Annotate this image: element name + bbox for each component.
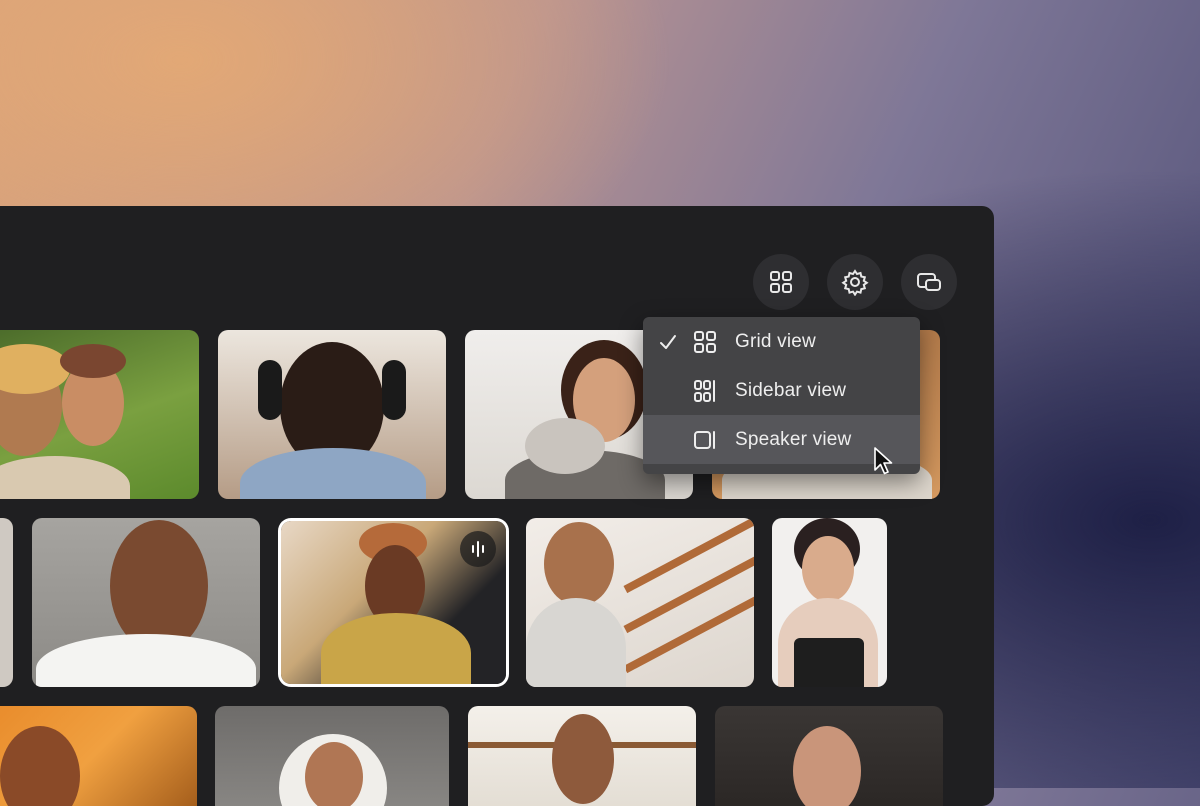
video-call-window [0,206,994,806]
settings-button[interactable] [827,254,883,310]
grid-icon [694,330,716,353]
menu-item-sidebar-view[interactable]: Sidebar view [643,366,920,415]
mouse-cursor-icon [874,447,893,475]
speaker-layout-icon [694,430,715,449]
screen-share-icon [917,273,941,291]
gear-icon [841,269,869,296]
menu-item-label: Speaker view [735,428,852,450]
participant-tile-active-speaker[interactable] [281,521,506,684]
participant-tile[interactable] [526,518,754,687]
participant-tile[interactable] [0,706,197,806]
check-icon [660,334,676,349]
screen-share-button[interactable] [901,254,957,310]
menu-item-label: Sidebar view [735,379,847,401]
speaking-indicator [460,531,496,567]
participant-tile[interactable] [0,330,199,499]
grid-icon [770,271,792,293]
audio-wave-icon [472,541,484,557]
menu-item-grid-view[interactable]: Grid view [643,317,920,366]
layout-button[interactable] [753,254,809,310]
participant-tile[interactable] [772,518,887,687]
participant-tile[interactable] [215,706,449,806]
participant-tile[interactable] [218,330,446,499]
menu-item-label: Grid view [735,330,816,352]
sidebar-layout-icon [694,379,715,402]
participant-tile[interactable] [715,706,943,806]
participant-tile[interactable] [32,518,260,687]
participant-tile[interactable] [0,518,13,687]
participant-tile[interactable] [468,706,696,806]
